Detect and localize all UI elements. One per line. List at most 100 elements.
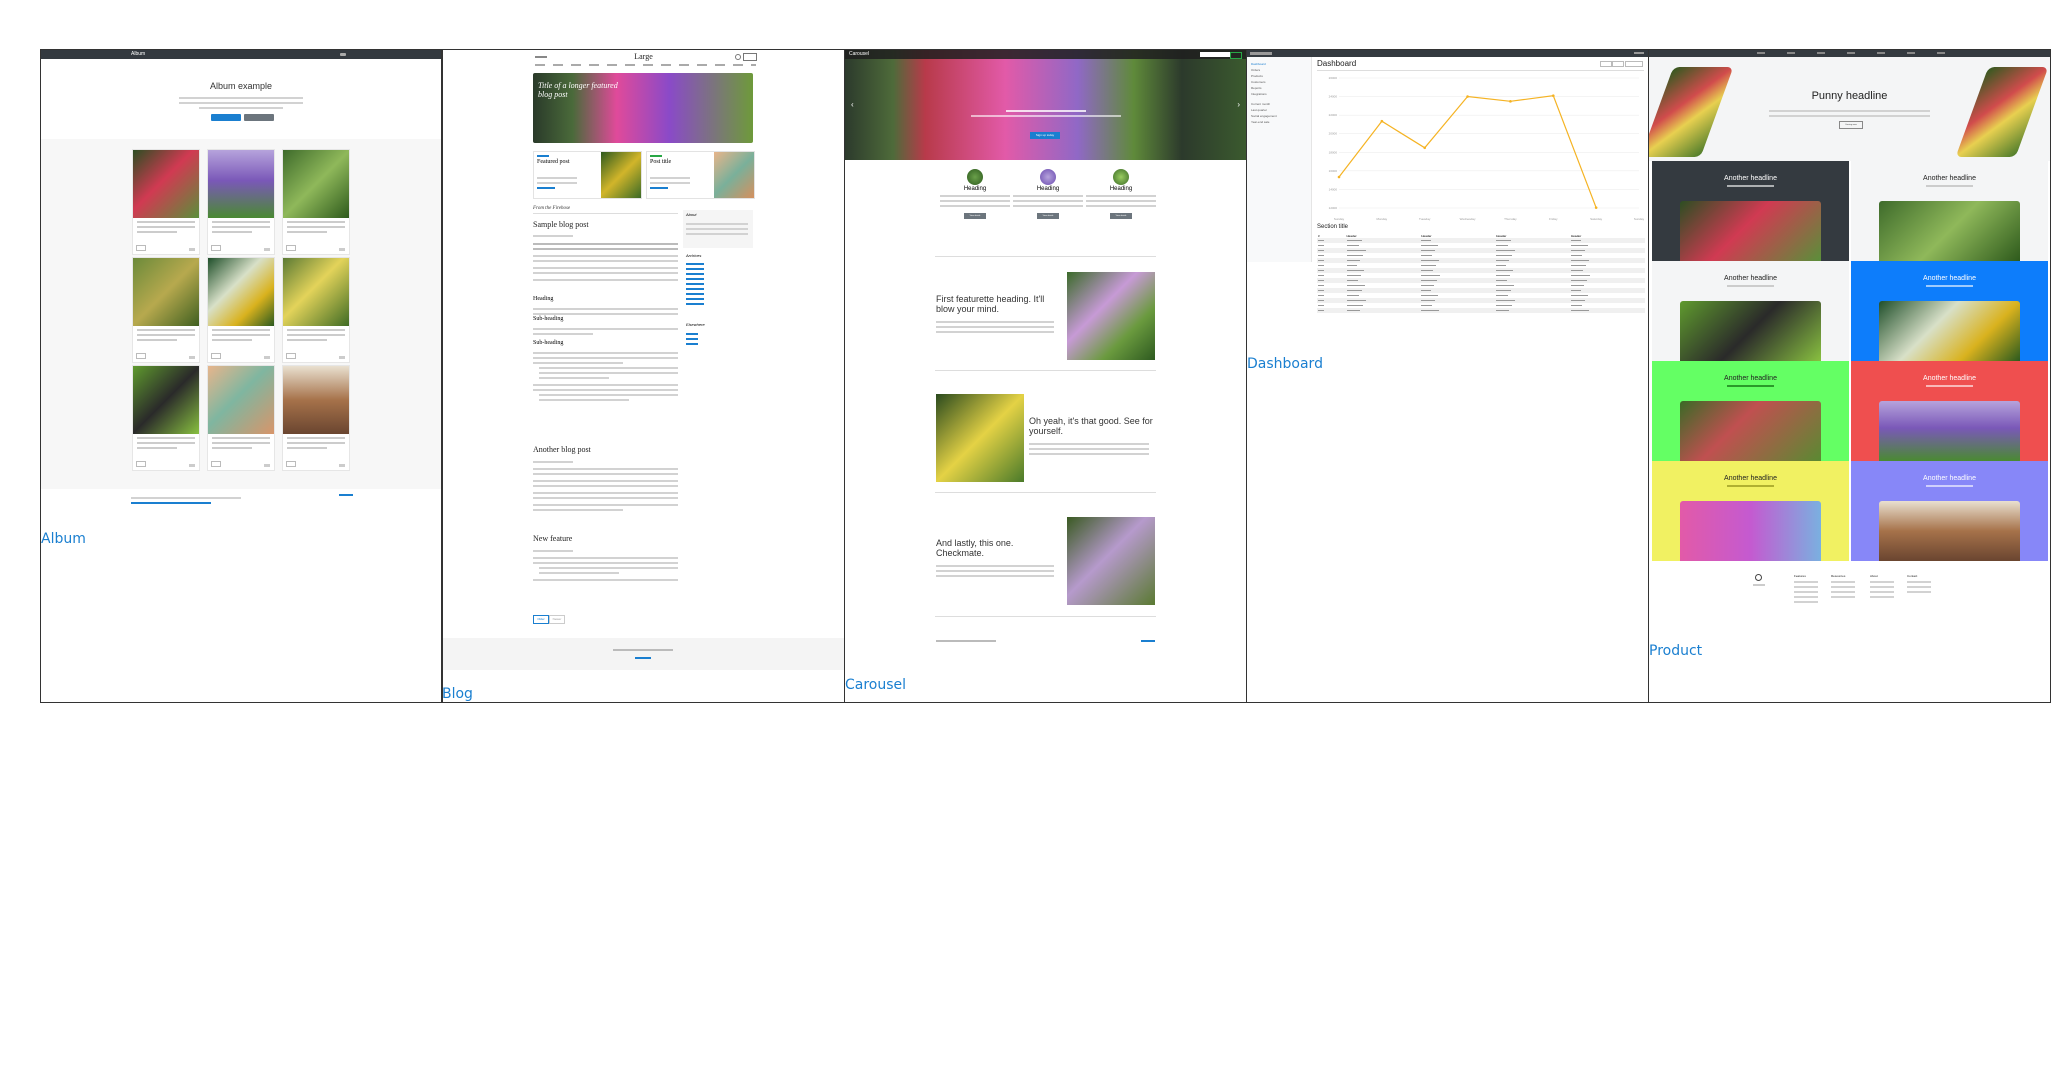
x-tick-label: Monday xyxy=(1377,217,1388,221)
sign-out-link[interactable] xyxy=(1634,52,1644,54)
album-card xyxy=(207,149,275,255)
album-card xyxy=(282,149,350,255)
view-details-button[interactable]: View details xyxy=(1110,213,1132,219)
footer-col: Features xyxy=(1794,574,1818,606)
share-button[interactable] xyxy=(1600,61,1612,67)
carousel-signup-button[interactable]: Sign up today xyxy=(1030,132,1060,139)
album-primary-button[interactable] xyxy=(211,114,241,121)
caption-blog[interactable]: Blog xyxy=(442,686,473,702)
blog-hero: Title of a longer featured blog post xyxy=(533,73,753,143)
caption-dashboard[interactable]: Dashboard xyxy=(1247,356,1323,372)
post3-title: New feature xyxy=(533,534,573,543)
tile-image xyxy=(1680,501,1821,561)
from-firehose: From the Firehose xyxy=(533,206,571,211)
blog-thumbnail[interactable]: Large Title of a longer featured blog po… xyxy=(442,49,845,703)
carousel-next-icon[interactable]: › xyxy=(1237,100,1240,109)
elsewhere-links[interactable] xyxy=(686,330,698,348)
search-button[interactable] xyxy=(1230,52,1242,59)
featured-card-title: Featured post xyxy=(537,159,570,165)
marketing-col: Heading View details xyxy=(940,169,1010,219)
caption-album[interactable]: Album xyxy=(41,531,86,547)
dashboard-thumbnail[interactable]: Dashboard Orders Products Customers Reports I… xyxy=(1246,49,1649,703)
view-details-button[interactable]: View details xyxy=(964,213,986,219)
circle-image xyxy=(967,169,983,185)
back-to-top-link[interactable] xyxy=(339,494,353,496)
newer-button[interactable]: Newer xyxy=(549,615,565,624)
view-button[interactable] xyxy=(211,245,221,251)
product-tile: Another headline xyxy=(1652,261,1849,361)
post-card: Post title xyxy=(646,151,755,199)
carousel-thumbnail[interactable]: Carousel Sign up today ‹ › Heading View … xyxy=(844,49,1247,703)
menu-icon[interactable] xyxy=(340,53,346,56)
hero-deco-left xyxy=(1649,67,1734,157)
view-button[interactable] xyxy=(211,353,221,359)
carousel-navbar: Carousel xyxy=(845,50,1246,59)
album-card xyxy=(282,257,350,363)
view-button[interactable] xyxy=(286,245,296,251)
tile-heading: Another headline xyxy=(1724,375,1777,382)
product-tile: Another headline xyxy=(1652,461,1849,561)
caption-product[interactable]: Product xyxy=(1649,643,1702,659)
caption-carousel[interactable]: Carousel xyxy=(845,677,906,693)
archive-links[interactable] xyxy=(686,260,704,308)
tile-image xyxy=(1680,301,1821,361)
export-button[interactable] xyxy=(1612,61,1624,67)
product-thumbnail[interactable]: Punny headline Coming soon Another headl… xyxy=(1648,49,2051,703)
album-brand: Album xyxy=(131,51,146,57)
series-line xyxy=(1338,95,1597,208)
album-card xyxy=(207,365,275,471)
tile-image xyxy=(1680,401,1821,461)
featurette-3-heading: And lastly, this one. Checkmate. xyxy=(936,538,1014,558)
tile-heading: Another headline xyxy=(1923,375,1976,382)
view-button[interactable] xyxy=(211,461,221,467)
featurette-2-heading: Oh yeah, it's that good. See for yoursel… xyxy=(1029,416,1153,436)
sign-up-button[interactable] xyxy=(743,53,757,61)
product-tile: Another headline xyxy=(1652,161,1849,261)
view-button[interactable] xyxy=(136,461,146,467)
album-secondary-button[interactable] xyxy=(244,114,274,121)
data-point xyxy=(1594,206,1598,209)
blog-nav[interactable] xyxy=(535,64,756,66)
view-button[interactable] xyxy=(286,353,296,359)
view-button[interactable] xyxy=(136,245,146,251)
x-tick-label: Sunday xyxy=(1634,217,1645,221)
table-row xyxy=(1317,308,1645,313)
tile-heading: Another headline xyxy=(1923,475,1976,482)
marketing-col: Heading View details xyxy=(1013,169,1083,219)
view-button[interactable] xyxy=(136,353,146,359)
back-to-top-link[interactable] xyxy=(1141,640,1155,642)
y-tick-label: 20000 xyxy=(1329,132,1338,136)
coming-soon-button[interactable]: Coming soon xyxy=(1839,121,1863,129)
carousel-brand: Carousel xyxy=(849,51,870,57)
post-card-title: Post title xyxy=(650,159,672,165)
data-point xyxy=(1551,94,1555,98)
blog-sidebar-archives: Archives xyxy=(686,253,702,258)
blog-logo: Large xyxy=(634,52,653,61)
data-point xyxy=(1466,95,1469,98)
post2-title: Another blog post xyxy=(533,445,591,454)
tile-image xyxy=(1879,501,2020,561)
blog-subheading: Sub-heading xyxy=(533,340,564,346)
circle-image xyxy=(1113,169,1129,185)
footer-col: Contact xyxy=(1907,574,1931,596)
this-week-button[interactable] xyxy=(1625,61,1643,67)
view-button[interactable] xyxy=(286,461,296,467)
data-point xyxy=(1337,175,1341,179)
album-thumbnail[interactable]: Album Album example xyxy=(40,49,442,703)
sidebar-item[interactable]: Integrations xyxy=(1251,91,1277,97)
view-details-button[interactable]: View details xyxy=(1037,213,1059,219)
carousel-prev-icon[interactable]: ‹ xyxy=(851,100,854,109)
y-tick-label: 16000 xyxy=(1329,169,1338,173)
tile-image xyxy=(1879,301,2020,361)
older-button[interactable]: Older xyxy=(533,615,549,624)
sidebar-item[interactable]: Year-end sale xyxy=(1251,119,1277,125)
blog-footer xyxy=(443,638,844,670)
tile-heading: Another headline xyxy=(1724,275,1777,282)
search-icon[interactable] xyxy=(735,54,741,60)
marketing-heading: Heading xyxy=(1036,186,1060,192)
product-tile: Another headline xyxy=(1851,161,2048,261)
footer-col: About xyxy=(1870,574,1894,601)
search-input[interactable] xyxy=(1200,52,1230,57)
album-card xyxy=(207,257,275,363)
album-card xyxy=(132,365,200,471)
